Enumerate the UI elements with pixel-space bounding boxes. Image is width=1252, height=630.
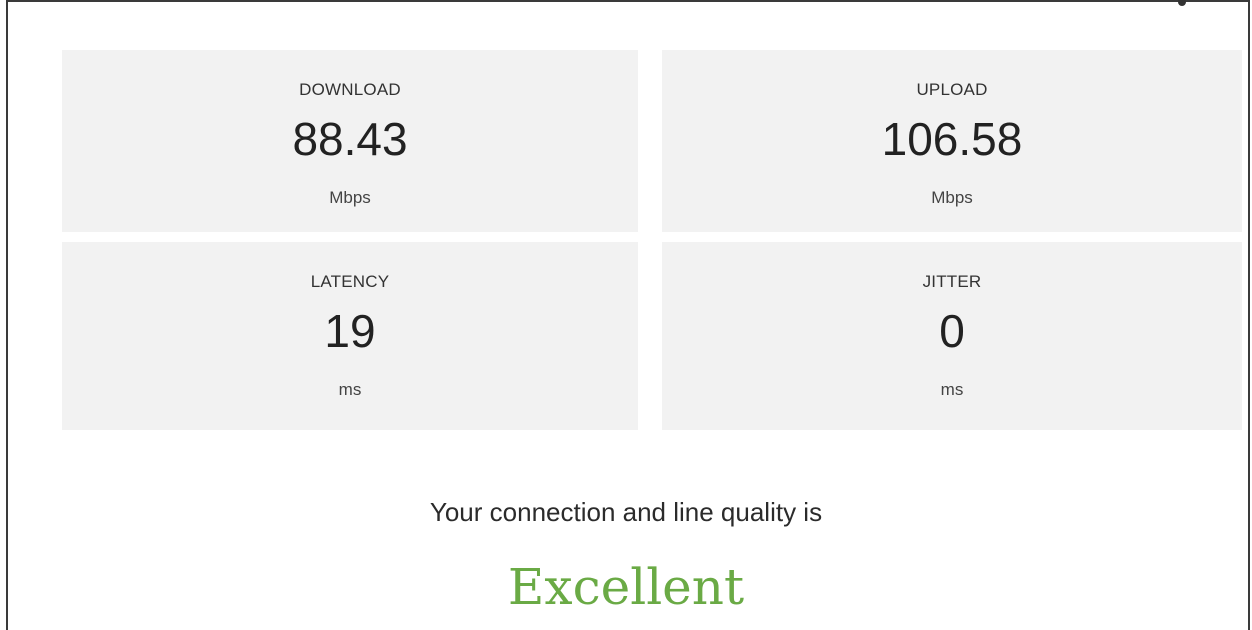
upload-label: UPLOAD [916, 80, 988, 99]
download-value: 88.43 [292, 113, 408, 165]
quality-intro: Your connection and line quality is [429, 497, 823, 527]
download-label: DOWNLOAD [299, 80, 401, 99]
quality-rating: Excellent [507, 558, 745, 616]
upload-tile: UPLOAD 106.58 Mbps [662, 50, 1242, 232]
download-unit: Mbps [329, 188, 371, 207]
upload-value: 106.58 [881, 113, 1023, 165]
metrics-grid: DOWNLOAD 88.43 Mbps UPLOAD 106.58 Mbps L… [62, 50, 1242, 430]
download-tile: DOWNLOAD 88.43 Mbps [62, 50, 638, 232]
jitter-tile: JITTER 0 ms [662, 242, 1242, 430]
latency-value: 19 [324, 305, 376, 357]
latency-label: LATENCY [310, 272, 390, 291]
jitter-label: JITTER [922, 272, 982, 291]
latency-unit: ms [338, 380, 362, 399]
upload-unit: Mbps [931, 188, 973, 207]
corner-dot-icon [1178, 0, 1186, 6]
latency-tile: LATENCY 19 ms [62, 242, 638, 430]
jitter-value: 0 [939, 305, 965, 357]
jitter-unit: ms [940, 380, 964, 399]
